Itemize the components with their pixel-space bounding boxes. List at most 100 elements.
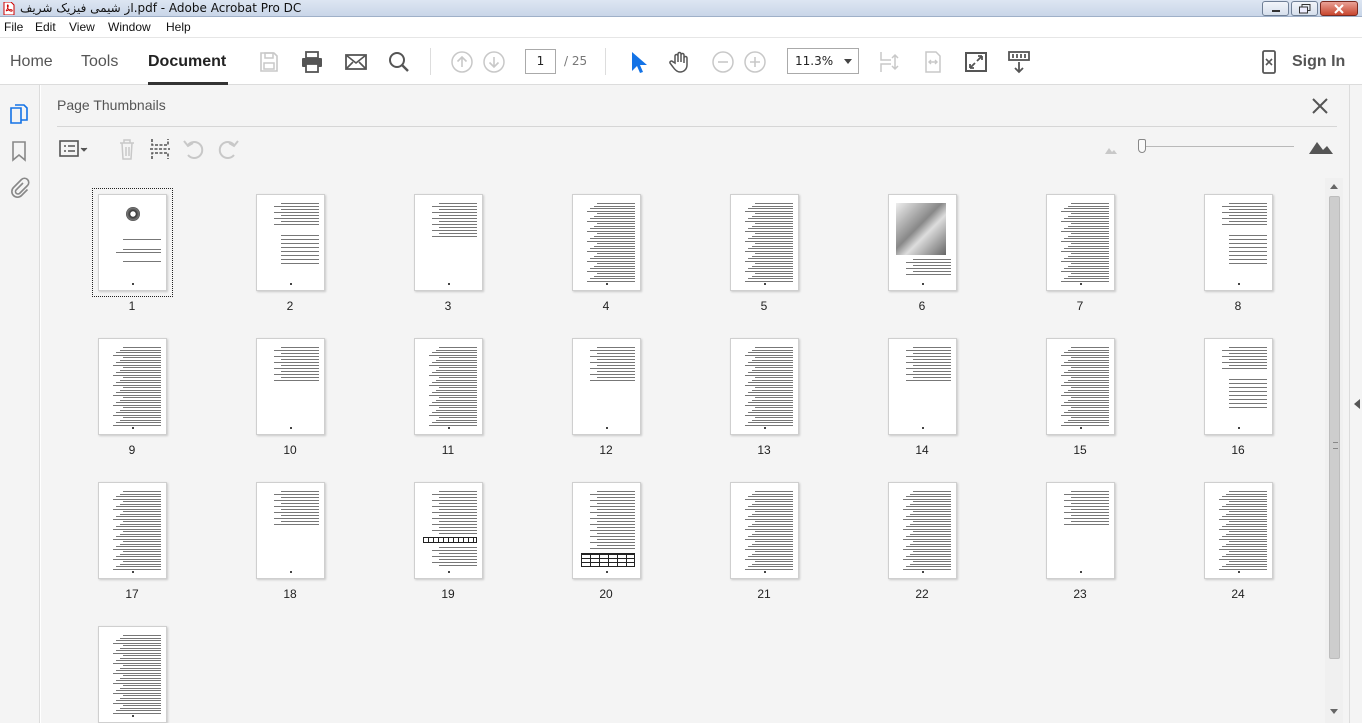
vertical-scrollbar[interactable] xyxy=(1325,178,1343,723)
zoom-level-select[interactable]: 11.3% xyxy=(787,48,859,74)
mobile-link-icon[interactable] xyxy=(1257,50,1281,74)
thumbnail-item[interactable]: 24 xyxy=(1163,468,1313,612)
sign-in-link[interactable]: Sign In xyxy=(1292,53,1345,71)
thumbnail-item[interactable]: 1 xyxy=(57,180,207,324)
page-thumbnail[interactable] xyxy=(888,194,957,291)
select-cursor-icon[interactable] xyxy=(626,50,650,74)
tab-tools[interactable]: Tools xyxy=(81,53,118,71)
thumbnail-item[interactable]: 11 xyxy=(373,324,523,468)
fit-page-icon[interactable] xyxy=(877,50,901,74)
bookmark-icon[interactable] xyxy=(8,140,30,162)
thumbnail-item[interactable]: 25 xyxy=(57,612,207,723)
page-thumbnail[interactable] xyxy=(414,194,483,291)
page-thumbnail[interactable] xyxy=(256,194,325,291)
search-icon[interactable] xyxy=(387,50,411,74)
page-thumbnail[interactable] xyxy=(98,482,167,579)
page-thumbnail[interactable] xyxy=(572,482,641,579)
thumbnail-item[interactable]: 16 xyxy=(1163,324,1313,468)
slider-handle[interactable] xyxy=(1138,139,1146,153)
page-thumbnail[interactable] xyxy=(1046,482,1115,579)
thumbnail-item[interactable]: 14 xyxy=(847,324,997,468)
tab-document[interactable]: Document xyxy=(148,53,226,71)
thumbnail-item[interactable]: 4 xyxy=(531,180,681,324)
fit-width-icon[interactable] xyxy=(921,50,945,74)
rotate-counterclockwise-icon[interactable] xyxy=(181,136,207,162)
close-icon[interactable] xyxy=(1309,95,1331,117)
page-thumbnail[interactable] xyxy=(256,482,325,579)
thumbnail-item[interactable]: 9 xyxy=(57,324,207,468)
thumbnail-item[interactable]: 6 xyxy=(847,180,997,324)
thumbnail-item[interactable]: 19 xyxy=(373,468,523,612)
page-thumbnail[interactable] xyxy=(730,338,799,435)
thumbnail-size-slider[interactable] xyxy=(1144,146,1294,147)
page-number-input[interactable]: 1 xyxy=(525,49,556,74)
full-screen-icon[interactable] xyxy=(964,50,988,74)
menu-file[interactable]: File xyxy=(4,20,23,34)
thumbnail-item[interactable]: 5 xyxy=(689,180,839,324)
thumbnail-item[interactable]: 3 xyxy=(373,180,523,324)
scroll-up-icon[interactable] xyxy=(1330,184,1338,189)
page-thumbnail[interactable] xyxy=(98,338,167,435)
page-thumbnail[interactable] xyxy=(1204,338,1273,435)
thumbnail-item[interactable]: 21 xyxy=(689,468,839,612)
page-thumbnail[interactable] xyxy=(414,338,483,435)
delete-page-icon[interactable] xyxy=(114,136,140,162)
page-thumbnail[interactable] xyxy=(730,194,799,291)
thumbnail-item[interactable]: 2 xyxy=(215,180,365,324)
page-thumbnail[interactable] xyxy=(1046,338,1115,435)
page-thumbnail[interactable] xyxy=(414,482,483,579)
thumbnail-item[interactable]: 22 xyxy=(847,468,997,612)
page-thumbnail[interactable] xyxy=(98,626,167,723)
thumbnail-item[interactable]: 23 xyxy=(1005,468,1155,612)
expand-right-pane-icon[interactable] xyxy=(1354,399,1360,409)
page-thumbnail[interactable] xyxy=(1204,194,1273,291)
thumbnail-item[interactable]: 12 xyxy=(531,324,681,468)
small-thumbnail-icon[interactable] xyxy=(1104,145,1118,155)
large-thumbnail-icon[interactable] xyxy=(1308,139,1334,155)
thumbnail-item[interactable]: 13 xyxy=(689,324,839,468)
minimize-button[interactable] xyxy=(1262,1,1289,16)
page-thumbnail[interactable] xyxy=(730,482,799,579)
page-thumbnails-icon[interactable] xyxy=(8,103,30,125)
page-thumbnail[interactable] xyxy=(572,194,641,291)
menu-view[interactable]: View xyxy=(69,20,95,34)
menu-edit[interactable]: Edit xyxy=(35,20,56,34)
options-menu-icon[interactable] xyxy=(58,136,90,162)
menu-window[interactable]: Window xyxy=(108,20,151,34)
thumbnail-item[interactable]: 7 xyxy=(1005,180,1155,324)
next-page-icon[interactable] xyxy=(482,50,506,74)
thumbnail-item[interactable]: 15 xyxy=(1005,324,1155,468)
page-thumbnail[interactable] xyxy=(1204,482,1273,579)
thumbnail-item[interactable]: 17 xyxy=(57,468,207,612)
page-thumbnail[interactable] xyxy=(256,338,325,435)
scrollbar-thumb[interactable] xyxy=(1329,196,1340,659)
thumbnail-item[interactable]: 8 xyxy=(1163,180,1313,324)
close-window-button[interactable] xyxy=(1320,1,1358,16)
scroll-down-icon[interactable] xyxy=(1330,709,1338,714)
tab-home[interactable]: Home xyxy=(10,53,53,71)
thumbnail-item[interactable]: 10 xyxy=(215,324,365,468)
page-thumbnail[interactable] xyxy=(888,482,957,579)
print-icon[interactable] xyxy=(300,50,324,74)
zoom-out-icon[interactable] xyxy=(711,50,735,74)
thumbnail-item[interactable]: 20 xyxy=(531,468,681,612)
previous-page-icon[interactable] xyxy=(450,50,474,74)
restore-button[interactable] xyxy=(1291,1,1318,16)
hand-tool-icon[interactable] xyxy=(668,50,692,74)
attachment-icon[interactable] xyxy=(8,176,30,198)
scrolling-mode-icon[interactable] xyxy=(1007,50,1031,74)
zoom-in-icon[interactable] xyxy=(743,50,767,74)
page-thumbnail[interactable] xyxy=(572,338,641,435)
panel-divider xyxy=(57,126,1337,127)
page-thumbnail[interactable] xyxy=(1046,194,1115,291)
menu-help[interactable]: Help xyxy=(166,20,191,34)
page-text-line xyxy=(1229,387,1267,388)
save-icon[interactable] xyxy=(257,50,281,74)
thumbnail-item[interactable]: 18 xyxy=(215,468,365,612)
rotate-clockwise-icon[interactable] xyxy=(215,136,241,162)
page-thumbnail[interactable] xyxy=(888,338,957,435)
page-text-line xyxy=(123,491,161,492)
page-thumbnail[interactable] xyxy=(92,188,173,297)
email-icon[interactable] xyxy=(344,50,368,74)
insert-page-icon[interactable] xyxy=(147,136,173,162)
